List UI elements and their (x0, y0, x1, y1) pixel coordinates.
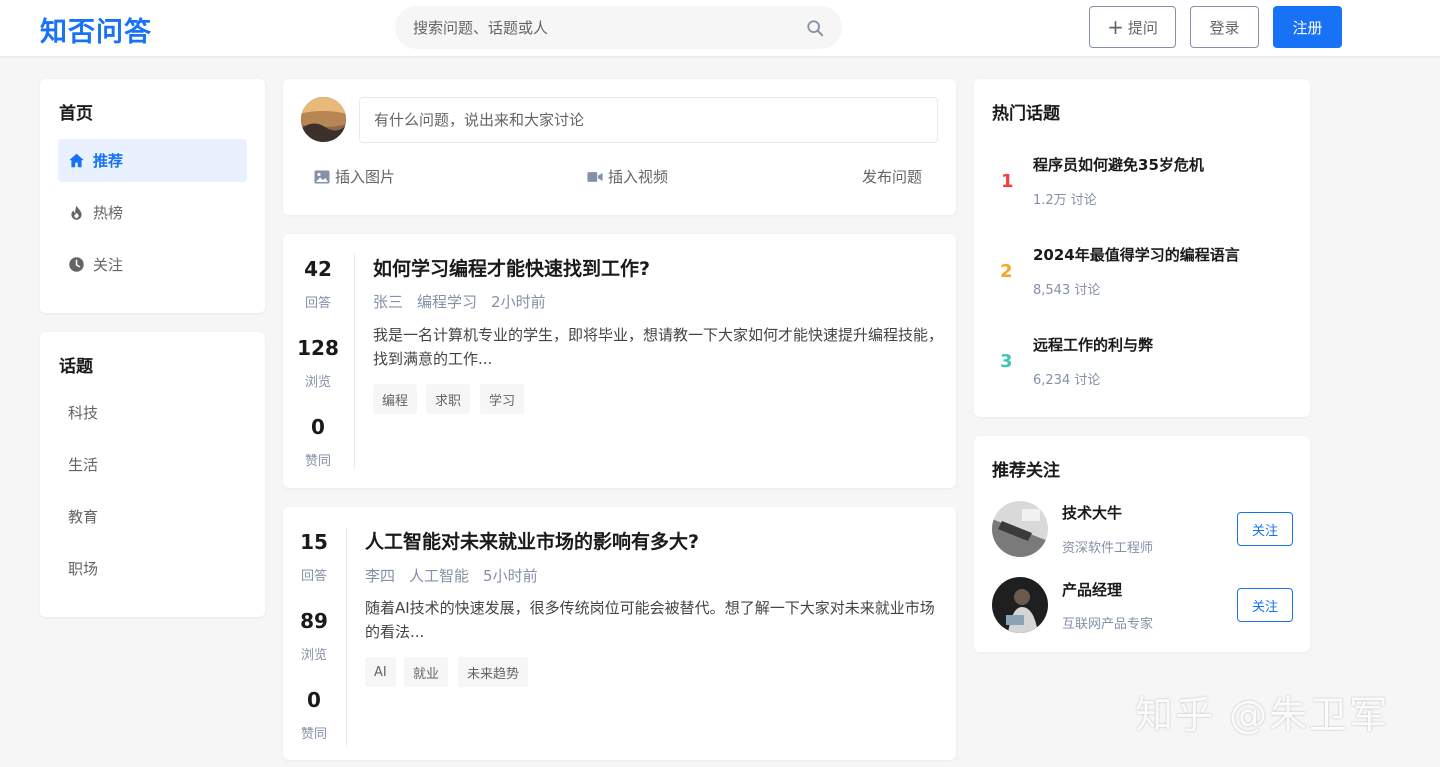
fire-icon (71, 205, 82, 220)
video-camera-icon (587, 171, 603, 182)
question-meta: 张三 编程学习 2小时前 (373, 291, 546, 312)
question-title[interactable]: 人工智能对未来就业市场的影响有多大? (365, 527, 699, 554)
view-label: 浏览 (304, 375, 331, 390)
question-meta: 李四 人工智能 5小时前 (365, 565, 538, 586)
topic-item-life[interactable]: 生活 (68, 454, 98, 475)
question-excerpt: 随着AI技术的快速发展，很多传统岗位可能会被替代。想了解一下大家对未来就业市场的… (365, 599, 935, 641)
search-input[interactable] (413, 18, 806, 37)
user-avatar[interactable] (992, 577, 1048, 633)
topic-item-education[interactable]: 教育 (68, 506, 98, 527)
question-tag[interactable]: 未来趋势 (458, 657, 529, 687)
hot-topic-count: 6,234 讨论 (1033, 373, 1101, 388)
like-label: 赞同 (300, 727, 327, 742)
avatar-image (301, 97, 346, 142)
stats-divider (346, 527, 347, 747)
question-time: 2小时前 (491, 293, 546, 311)
hot-rank: 2 (1000, 261, 1013, 282)
question-topic[interactable]: 编程学习 (417, 291, 477, 312)
nav-item-follow[interactable]: 关注 (58, 243, 247, 286)
plus-icon: + (1107, 15, 1124, 39)
nav-item-label: 关注 (93, 256, 124, 274)
view-count: 89 (300, 609, 328, 633)
question-tag[interactable]: 学习 (480, 384, 525, 414)
recommended-user-desc: 资深软件工程师 (1062, 541, 1154, 556)
hot-rank: 1 (1001, 171, 1014, 192)
nav-item-label: 热榜 (93, 204, 124, 222)
home-icon (69, 153, 84, 168)
question-author[interactable]: 李四 (365, 565, 395, 586)
hot-topics-title: 热门话题 (992, 104, 1060, 124)
topic-item-career[interactable]: 职场 (68, 558, 98, 579)
hot-topic-count: 1.2万 讨论 (1033, 193, 1097, 208)
topic-title: 话题 (59, 357, 93, 377)
user-avatar[interactable] (301, 97, 346, 142)
question-tag[interactable]: 求职 (426, 384, 471, 414)
search-icon[interactable] (806, 19, 824, 37)
follow-button[interactable]: 关注 (1237, 512, 1293, 546)
answer-label: 回答 (304, 296, 331, 311)
image-icon (314, 170, 330, 183)
top-header: 知否问答 + 提问 登录 注册 (0, 0, 1440, 56)
avatar-image (992, 577, 1048, 633)
publish-question-button[interactable]: 发布问题 (862, 166, 922, 187)
question-author[interactable]: 张三 (373, 291, 403, 312)
recommended-user-name[interactable]: 技术大牛 (1062, 502, 1122, 523)
login-button[interactable]: 登录 (1190, 6, 1259, 48)
like-count: 0 (307, 688, 321, 712)
insert-video-label: 插入视频 (608, 168, 669, 186)
topic-item-tech[interactable]: 科技 (68, 402, 98, 423)
recommended-title: 推荐关注 (992, 461, 1060, 481)
answer-count: 15 (300, 530, 328, 554)
hot-topic-count: 8,543 讨论 (1033, 283, 1101, 298)
hot-topic-title[interactable]: 2024年最值得学习的编程语言 (1033, 244, 1240, 265)
clock-icon (69, 257, 84, 272)
recommended-user-name[interactable]: 产品经理 (1062, 579, 1122, 600)
like-count: 0 (311, 415, 325, 439)
register-button[interactable]: 注册 (1273, 6, 1342, 48)
view-count: 128 (297, 336, 339, 360)
question-title[interactable]: 如何学习编程才能快速找到工作? (373, 254, 650, 281)
stats-divider (354, 254, 355, 469)
hot-topic-title[interactable]: 程序员如何避免35岁危机 (1033, 154, 1204, 175)
insert-image-button[interactable]: 插入图片 (314, 166, 395, 187)
question-excerpt: 我是一名计算机专业的学生，即将毕业，想请教一下大家如何才能快速提升编程技能，找到… (373, 326, 944, 368)
site-logo[interactable]: 知否问答 (40, 10, 152, 49)
hot-rank: 3 (1000, 351, 1013, 372)
user-avatar[interactable] (992, 501, 1048, 557)
avatar-image (992, 501, 1048, 557)
question-input[interactable] (359, 97, 938, 143)
watermark-text: 知乎 @朱卫军 (1135, 693, 1390, 737)
question-tag[interactable]: AI (365, 657, 396, 687)
search-bar[interactable] (395, 6, 842, 49)
nav-title: 首页 (59, 104, 93, 124)
like-label: 赞同 (304, 454, 331, 469)
insert-image-label: 插入图片 (335, 168, 396, 186)
nav-item-hot[interactable]: 热榜 (58, 191, 247, 234)
question-tag[interactable]: 编程 (373, 384, 418, 414)
question-tag[interactable]: 就业 (404, 657, 449, 687)
answer-label: 回答 (300, 569, 327, 584)
insert-video-button[interactable]: 插入视频 (587, 166, 668, 187)
view-label: 浏览 (300, 648, 327, 663)
nav-item-label: 推荐 (93, 152, 124, 170)
hot-topic-title[interactable]: 远程工作的利与弊 (1033, 334, 1153, 355)
recommended-user-desc: 互联网产品专家 (1062, 617, 1154, 632)
question-topic[interactable]: 人工智能 (409, 565, 469, 586)
ask-button[interactable]: + 提问 (1089, 6, 1176, 48)
ask-button-label: 提问 (1127, 18, 1158, 37)
answer-count: 42 (304, 257, 332, 281)
question-time: 5小时前 (483, 567, 538, 585)
nav-item-recommend[interactable]: 推荐 (58, 139, 247, 182)
follow-button[interactable]: 关注 (1237, 588, 1293, 622)
